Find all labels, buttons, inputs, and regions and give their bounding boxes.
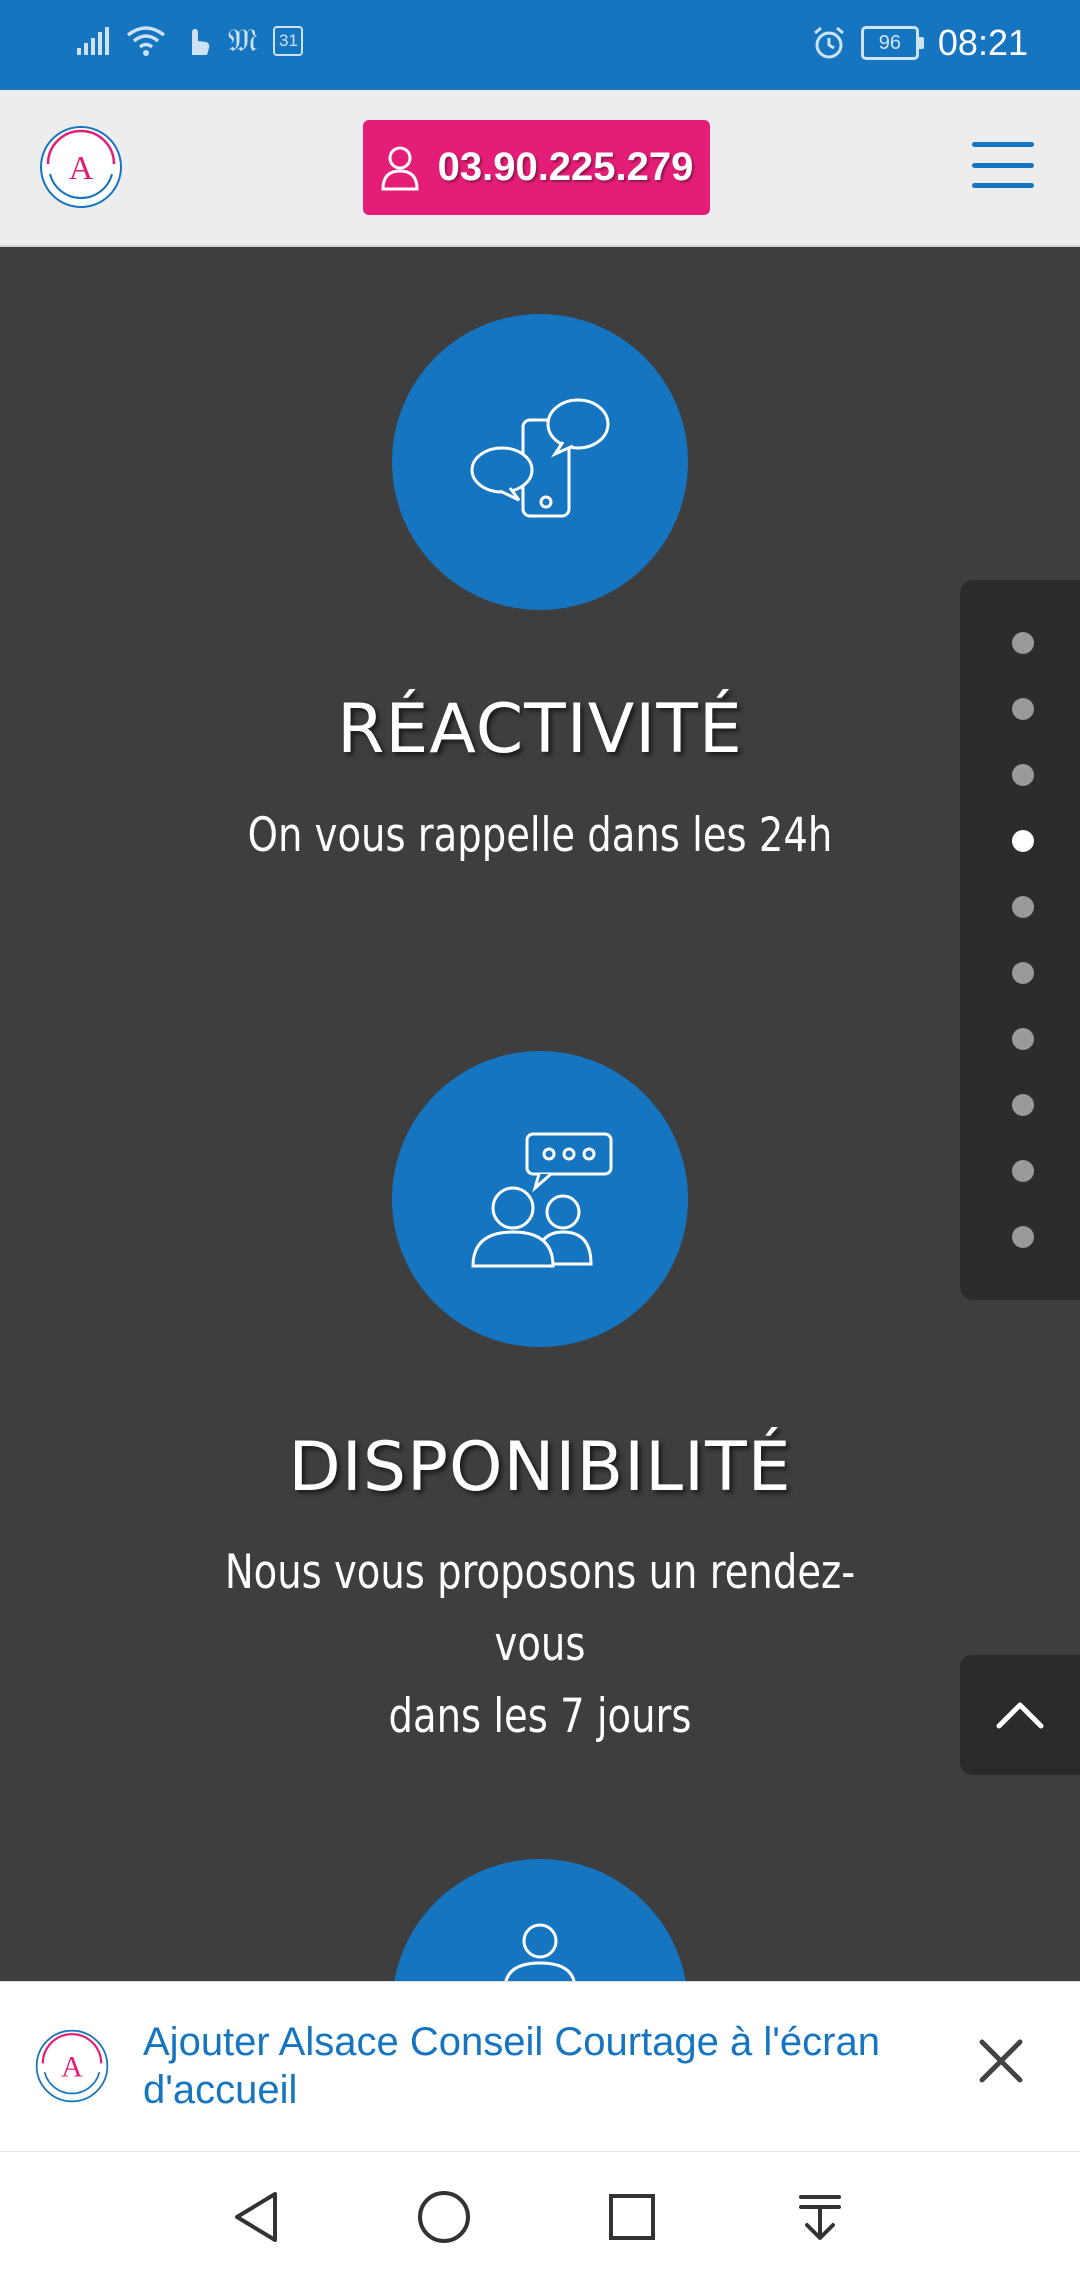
add-to-home-text[interactable]: Ajouter Alsace Conseil Courtage à l'écra… bbox=[143, 2018, 943, 2114]
pagination-dot[interactable] bbox=[1012, 698, 1034, 720]
status-bar: 𝔐 31 96 08:21 bbox=[0, 0, 1080, 90]
newspaper-icon: 𝔐 bbox=[228, 22, 258, 58]
site-logo[interactable]: A · · · · · · · bbox=[38, 124, 124, 210]
status-right: 96 08:21 bbox=[811, 22, 1028, 64]
feature-title: RÉACTIVITÉ bbox=[337, 690, 743, 769]
pagination-dot[interactable] bbox=[1012, 1160, 1034, 1182]
phone-chat-bubbles-icon bbox=[470, 398, 610, 518]
site-header: A · · · · · · · 03.90.225.279 bbox=[0, 90, 1080, 247]
feature-icon-circle bbox=[392, 1051, 688, 1347]
close-icon[interactable] bbox=[966, 2026, 1036, 2096]
hamburger-menu-icon[interactable] bbox=[972, 142, 1034, 188]
feature-description-line: Nous vous proposons un rendez-vous bbox=[224, 1545, 856, 1672]
feature-description: Nous vous proposons un rendez-vous dans … bbox=[196, 1537, 885, 1753]
pagination-dot[interactable] bbox=[1012, 962, 1034, 984]
svg-text:A: A bbox=[69, 150, 94, 187]
alarm-icon bbox=[813, 26, 844, 59]
notification-pull-icon[interactable] bbox=[785, 2182, 855, 2252]
site-logo: A bbox=[35, 2029, 109, 2103]
call-button[interactable]: 03.90.225.279 bbox=[363, 120, 710, 215]
feature-title: DISPONIBILITÉ bbox=[288, 1428, 792, 1507]
system-nav-bar bbox=[0, 2151, 1080, 2281]
pagination-dot[interactable] bbox=[1012, 1094, 1034, 1116]
feature-description: On vous rappelle dans les 24h bbox=[196, 800, 885, 872]
feature-icon-circle bbox=[392, 314, 688, 610]
feature-description-line: dans les 7 jours bbox=[388, 1689, 692, 1744]
chevron-up-icon bbox=[996, 1702, 1044, 1729]
calendar-icon: 31 bbox=[273, 26, 304, 56]
wifi-icon bbox=[126, 26, 166, 56]
back-triangle-icon[interactable] bbox=[221, 2182, 291, 2252]
battery-level: 96 bbox=[860, 26, 919, 60]
svg-text:· · · · · · ·: · · · · · · · bbox=[69, 194, 93, 200]
svg-text:A: A bbox=[61, 2051, 83, 2084]
home-circle-icon[interactable] bbox=[409, 2182, 479, 2252]
back-to-top-button[interactable] bbox=[960, 1655, 1080, 1775]
user-icon bbox=[381, 146, 419, 190]
pagination-dot[interactable] bbox=[1012, 632, 1034, 654]
pagination-dot[interactable] bbox=[1012, 896, 1034, 918]
pagination-dot[interactable] bbox=[1012, 764, 1034, 786]
people-conversation-icon bbox=[471, 1132, 613, 1268]
recents-square-icon[interactable] bbox=[597, 2182, 667, 2252]
pagination-dot-active[interactable] bbox=[1012, 830, 1034, 852]
signal-icon bbox=[77, 27, 109, 55]
battery-icon: 96 bbox=[860, 26, 924, 60]
add-to-home-banner[interactable]: A Ajouter Alsace Conseil Courtage à l'éc… bbox=[0, 1981, 1080, 2152]
status-time: 08:21 bbox=[937, 22, 1028, 63]
touch-icon bbox=[192, 29, 210, 55]
pagination-dot[interactable] bbox=[1012, 1226, 1034, 1248]
section-pagination bbox=[960, 580, 1080, 1300]
status-left-icons: 𝔐 31 bbox=[76, 22, 304, 60]
feature-description-line: On vous rappelle dans les 24h bbox=[247, 808, 833, 863]
phone-number: 03.90.225.279 bbox=[437, 145, 694, 189]
pagination-dot[interactable] bbox=[1012, 1028, 1034, 1050]
